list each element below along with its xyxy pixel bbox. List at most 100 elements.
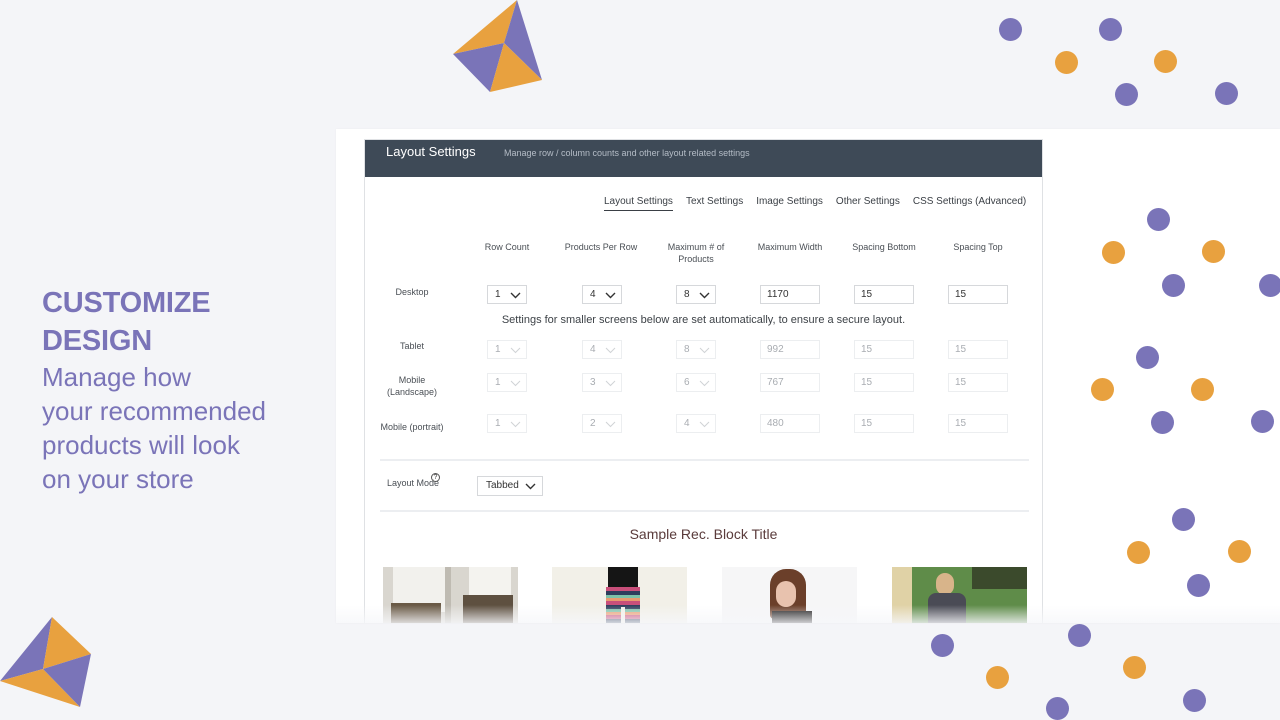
max-products-select[interactable]: 8 [676,285,716,304]
decor-dot [1251,410,1274,433]
row-count-select[interactable]: 1 [487,285,527,304]
spacing-top-input: 15 [948,414,1008,433]
decor-dot [1183,689,1206,712]
chevron-down-icon [525,483,536,490]
layout-mode-select[interactable]: Tabbed [477,476,543,496]
select-value: 8 [684,344,690,355]
hero-title-line: DESIGN [42,325,152,357]
row-count-select: 1 [487,373,527,392]
max-width-input: 992 [760,340,820,359]
row-count-select: 1 [487,414,527,433]
select-value: Tabbed [486,480,519,491]
column-header-max-width: Maximum Width [757,242,823,252]
select-value: 1 [495,289,501,300]
decor-dot [1191,378,1214,401]
decor-dot [1151,411,1174,434]
chevron-down-icon [699,380,710,387]
decor-dot [1202,240,1225,263]
spacing-bottom-input: 15 [854,340,914,359]
products-per-row-select[interactable]: 4 [582,285,622,304]
select-value: 1 [495,418,501,429]
spacing-top-input[interactable]: 15 [948,285,1008,304]
row-label: Tablet [399,341,425,351]
auto-settings-note: Settings for smaller screens below are s… [501,314,906,326]
bottom-fade [336,605,1280,623]
decor-dot [1091,378,1114,401]
max-width-input[interactable]: 1170 [760,285,820,304]
decor-dot [1115,83,1138,106]
decor-dot [1046,697,1069,720]
select-value: 4 [684,418,690,429]
tab-other-settings[interactable]: Other Settings [836,196,900,211]
tab-layout-settings[interactable]: Layout Settings [604,196,673,211]
decor-dot [1055,51,1078,74]
column-header-row-count: Row Count [484,242,530,252]
products-per-row-select: 2 [582,414,622,433]
decor-dot [1172,508,1195,531]
chevron-down-icon [699,292,710,299]
decor-dot [1228,540,1251,563]
decor-dot [1099,18,1122,41]
help-icon[interactable]: ? [431,473,440,482]
card-header: Layout Settings Manage row / column coun… [365,140,1042,177]
layout-settings-card: Layout Settings Manage row / column coun… [364,139,1043,623]
decor-dot [986,666,1009,689]
sample-block-title: Sample Rec. Block Title [629,526,778,542]
select-value: 6 [684,377,690,388]
decor-dot [1123,656,1146,679]
select-value: 2 [590,418,596,429]
select-value: 8 [684,289,690,300]
decor-dot [999,18,1022,41]
decor-dot [1259,274,1280,297]
tab-image-settings[interactable]: Image Settings [756,196,823,211]
chevron-down-icon [699,421,710,428]
chevron-down-icon [510,380,521,387]
decor-dot [1215,82,1238,105]
max-width-input: 480 [760,414,820,433]
decor-dot [1162,274,1185,297]
select-value: 4 [590,289,596,300]
card-title: Layout Settings [386,144,476,159]
chevron-down-icon [605,347,616,354]
select-value: 1 [495,344,501,355]
chevron-down-icon [510,292,521,299]
spacing-bottom-input: 15 [854,373,914,392]
decor-dot [1127,541,1150,564]
card-subtitle: Manage row / column counts and other lay… [504,148,750,158]
hero-subtitle-line: your recommended [42,396,266,426]
divider [380,459,1029,461]
pyramid-bottom-left [0,617,91,707]
chevron-down-icon [699,347,710,354]
hero-subtitle-line: on your store [42,464,194,494]
hero-text: CUSTOMIZE DESIGN Manage how your recomme… [42,284,266,496]
select-value: 3 [590,377,596,388]
hero-subtitle-line: Manage how [42,362,191,392]
spacing-bottom-input: 15 [854,414,914,433]
column-header-products-per-row: Products Per Row [564,242,638,252]
column-header-spacing-bottom: Spacing Bottom [852,242,916,252]
settings-tabs: Layout Settings Text Settings Image Sett… [604,196,1039,211]
products-per-row-select: 3 [582,373,622,392]
column-header-spacing-top: Spacing Top [953,242,1003,252]
spacing-top-input: 15 [948,340,1008,359]
spacing-bottom-input[interactable]: 15 [854,285,914,304]
hero-title-line: CUSTOMIZE [42,287,211,319]
row-label: Mobile (Landscape) [386,375,438,397]
products-per-row-select: 4 [582,340,622,359]
hero-subtitle-line: products will look [42,430,240,460]
decor-dot [1136,346,1159,369]
max-width-input: 767 [760,373,820,392]
row-label: Desktop [395,287,429,297]
chevron-down-icon [510,421,521,428]
tab-css-settings[interactable]: CSS Settings (Advanced) [913,196,1026,211]
row-label: Mobile (portrait) [380,422,444,432]
max-products-select: 4 [676,414,716,433]
chevron-down-icon [605,421,616,428]
select-value: 4 [590,344,596,355]
chevron-down-icon [510,347,521,354]
decor-dot [931,634,954,657]
tab-text-settings[interactable]: Text Settings [686,196,743,211]
decor-dot [1187,574,1210,597]
divider [380,510,1029,512]
pyramid-top [453,0,542,92]
